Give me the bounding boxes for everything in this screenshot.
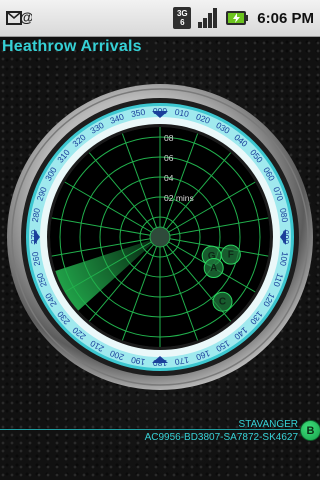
radar-display[interactable]: 0000100200300400500600700800901001101201…	[0, 0, 320, 480]
range-label: 04	[164, 173, 174, 183]
selected-aircraft-marker[interactable]: B	[300, 420, 320, 441]
range-label: 08	[164, 133, 174, 143]
range-label: 02 mins	[164, 193, 194, 203]
aircraft-marker[interactable]: A	[203, 258, 224, 278]
aircraft-label: C	[219, 297, 226, 308]
destination-label: STAVANGER	[238, 419, 298, 430]
aircraft-marker[interactable]: C	[212, 291, 233, 312]
radar-scope	[50, 127, 270, 347]
range-label: 06	[164, 153, 174, 163]
aircraft-marker[interactable]: F	[220, 244, 241, 265]
aircraft-label: F	[228, 250, 234, 261]
flight-list[interactable]: AC9956-BD3807-SA7872-SK4627	[145, 432, 298, 443]
aircraft-label: A	[210, 263, 217, 274]
